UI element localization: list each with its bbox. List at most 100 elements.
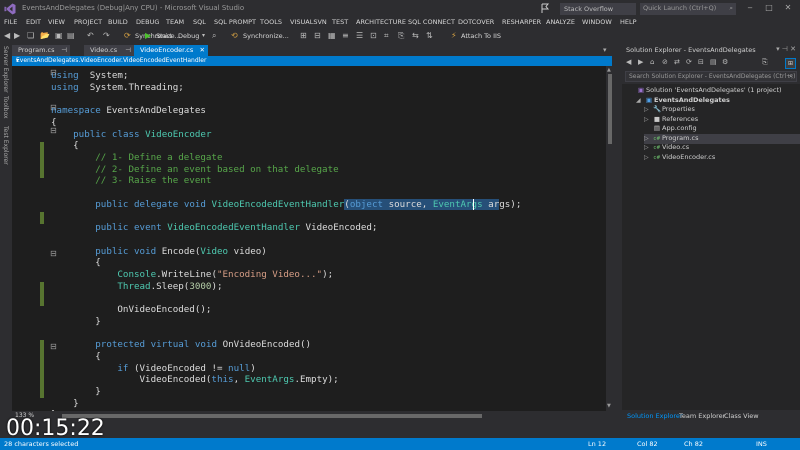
quick-launch-input[interactable]: Quick Launch (Ctrl+Q) ⌕: [640, 3, 736, 15]
attach-to-iis-button[interactable]: Attach To IIS: [461, 32, 501, 40]
chevron-down-icon[interactable]: ▾: [16, 57, 610, 64]
forward-icon[interactable]: ▶: [638, 58, 643, 66]
toolbox-tab[interactable]: Toolbox: [1, 96, 9, 119]
code-line[interactable]: using System.Threading;: [51, 82, 184, 93]
code-line[interactable]: protected virtual void OnVideoEncoded(): [51, 339, 311, 350]
code-line[interactable]: // 2- Define an event based on that dele…: [51, 164, 338, 175]
toolbar-icon-3[interactable]: ▦: [328, 31, 336, 41]
menu-edit[interactable]: EDIT: [26, 18, 41, 26]
open-file-icon[interactable]: 📂: [40, 31, 50, 41]
code-line[interactable]: VideoEncoded(this, EventArgs.Empty);: [51, 374, 339, 385]
tab-overflow-dropdown-icon[interactable]: ▾: [603, 46, 607, 54]
menu-team[interactable]: TEAM: [166, 18, 184, 26]
pin-icon[interactable]: ⊣: [61, 45, 67, 56]
collapse-all-icon[interactable]: ⊟: [698, 58, 704, 66]
synchronize-label[interactable]: Synchronize...: [243, 32, 289, 40]
pending-changes-icon[interactable]: ⊘: [662, 58, 668, 66]
menu-view[interactable]: VIEW: [48, 18, 65, 26]
code-line[interactable]: public delegate void VideoEncodedEventHa…: [51, 198, 521, 210]
toolbar-icon-4[interactable]: ≡: [342, 31, 349, 41]
tree-item[interactable]: ▤ App.config: [644, 124, 800, 134]
toolbar-icon-2[interactable]: ⊟: [314, 31, 321, 41]
menu-analyze[interactable]: ANALYZE: [546, 18, 575, 26]
code-line[interactable]: if (VideoEncoded != null): [51, 363, 255, 374]
code-line[interactable]: }: [51, 398, 79, 409]
solution-tree[interactable]: ▣ Solution 'EventsAndDelegates' (1 projec…: [622, 84, 800, 410]
menu-sql-prompt[interactable]: SQL PROMPT: [214, 18, 256, 26]
home-icon[interactable]: ⌂: [650, 58, 654, 66]
menu-file[interactable]: FILE: [4, 18, 17, 26]
scroll-thumb[interactable]: [608, 74, 612, 144]
menu-test[interactable]: TEST: [332, 18, 348, 26]
vertical-scrollbar[interactable]: ▲ ▼: [606, 66, 614, 411]
menu-visualsvn[interactable]: VISUALSVN: [290, 18, 327, 26]
redo-icon[interactable]: ↷: [103, 31, 110, 41]
expand-arrow-icon[interactable]: ▷: [644, 134, 652, 143]
server-explorer-tab[interactable]: Server Explorer: [1, 46, 9, 93]
tab-video-cs[interactable]: Video.cs ⊣: [84, 45, 134, 56]
expand-arrow-icon[interactable]: ▷: [644, 153, 652, 162]
code-editor[interactable]: ⊟ ⊟ ⊟ ⊟ ⊟ using System; using System.Thre…: [12, 66, 606, 411]
menu-window[interactable]: WINDOW: [582, 18, 612, 26]
tree-item[interactable]: ▷ c# Video.cs: [644, 143, 800, 153]
new-project-icon[interactable]: ❏: [27, 31, 34, 41]
tab-solution-explorer[interactable]: Solution Explorer: [627, 412, 683, 420]
code-line[interactable]: // 1- Define a delegate: [51, 152, 222, 163]
toolbar-icon-10[interactable]: ⇅: [426, 31, 433, 41]
code-line[interactable]: }: [51, 386, 101, 397]
view-code-icon[interactable]: ⎘: [762, 58, 768, 67]
menu-help[interactable]: HELP: [620, 18, 637, 26]
code-line[interactable]: {: [51, 351, 101, 362]
expand-arrow-icon[interactable]: ▷: [644, 115, 652, 124]
save-icon[interactable]: ▣: [55, 31, 63, 41]
toolbar-icon-5[interactable]: ☰: [356, 31, 363, 41]
code-line[interactable]: public void Encode(Video video): [51, 246, 267, 257]
code-line[interactable]: {: [51, 257, 101, 268]
tree-item[interactable]: ▷ c# VideoEncoder.cs: [644, 153, 800, 163]
chevron-down-icon[interactable]: ▾: [202, 31, 205, 41]
toolbar-icon-6[interactable]: ⊡: [370, 31, 377, 41]
code-line[interactable]: public event VideoEncodedEventHandler Vi…: [51, 222, 377, 233]
menu-sql[interactable]: SQL: [193, 18, 206, 26]
find-icon[interactable]: ⌕: [212, 31, 216, 41]
back-icon[interactable]: ◀: [4, 31, 10, 41]
tree-item[interactable]: ▷ c# Program.cs: [644, 133, 800, 144]
code-line[interactable]: {: [51, 117, 57, 128]
menu-tools[interactable]: TOOLS: [260, 18, 282, 26]
expand-arrow-icon[interactable]: ▷: [644, 105, 652, 114]
test-explorer-tab[interactable]: Test Explorer: [1, 126, 9, 165]
navigation-bar[interactable]: EventsAndDelegates.VideoEncoder.VideoEnc…: [12, 56, 612, 66]
stack-overflow-search[interactable]: Stack Overflow: [560, 3, 636, 15]
sync-icon[interactable]: ⟳: [124, 31, 131, 41]
code-line[interactable]: // 3- Raise the event: [51, 175, 211, 186]
forward-icon[interactable]: ▶: [14, 31, 20, 41]
refresh-icon[interactable]: ⟳: [686, 58, 692, 66]
menu-dotcover[interactable]: DOTCOVER: [458, 18, 494, 26]
sync-icon[interactable]: ⇄: [674, 58, 680, 66]
toolbar-icon-9[interactable]: ⇆: [412, 31, 419, 41]
config-dropdown[interactable]: Debug: [178, 32, 199, 40]
notification-flag-icon[interactable]: [540, 3, 550, 14]
tree-item[interactable]: ▣ Solution 'EventsAndDelegates' (1 projec…: [628, 86, 800, 96]
code-line[interactable]: public class VideoEncoder: [51, 129, 211, 140]
panel-controls-icon[interactable]: ▾ ⊣ ✕: [776, 45, 796, 53]
code-line[interactable]: Thread.Sleep(3000);: [51, 281, 222, 292]
toolbar-icon-7[interactable]: ⌗: [384, 31, 389, 41]
menu-debug[interactable]: DEBUG: [136, 18, 159, 26]
expand-arrow-icon[interactable]: ▷: [644, 143, 652, 152]
menu-resharper[interactable]: RESHARPER: [502, 18, 541, 26]
attach-icon[interactable]: ⚡: [451, 31, 457, 41]
code-line[interactable]: namespace EventsAndDelegates: [51, 105, 206, 116]
tree-item[interactable]: ▷ 🔧Properties: [644, 105, 800, 115]
horizontal-scroll-thumb[interactable]: [62, 414, 482, 418]
save-all-icon[interactable]: ▤: [67, 31, 75, 41]
tree-item[interactable]: ◢ ▣ EventsAndDelegates: [636, 96, 800, 106]
close-icon[interactable]: ✕: [200, 45, 205, 56]
undo-icon[interactable]: ↶: [87, 31, 94, 41]
maximize-button[interactable]: □: [762, 3, 776, 14]
tree-item[interactable]: ▷ ■ References: [644, 115, 800, 125]
code-line[interactable]: {: [51, 140, 79, 151]
scroll-up-icon[interactable]: ▲: [607, 67, 611, 73]
close-button[interactable]: ✕: [781, 3, 795, 14]
menu-architecture[interactable]: ARCHITECTURE: [356, 18, 406, 26]
